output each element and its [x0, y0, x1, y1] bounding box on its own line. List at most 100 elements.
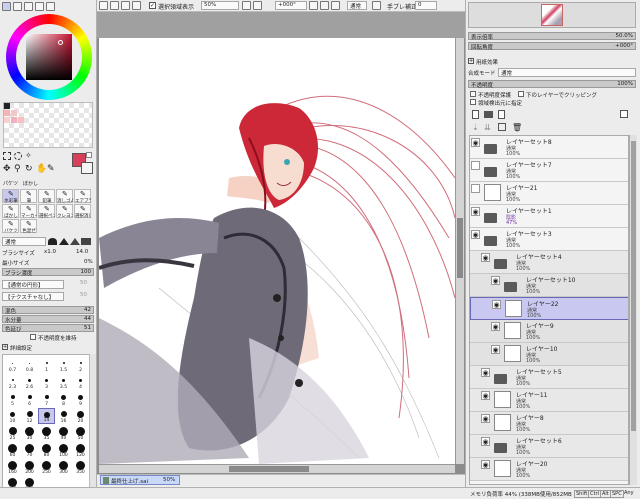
transfer-down-icon[interactable]: ⇣ [472, 123, 479, 132]
brush-size-preset[interactable]: 200 [21, 459, 38, 475]
layer-row[interactable]: レイヤー21 通常 100% [470, 182, 628, 205]
eyedropper-icon[interactable]: ✎ [47, 165, 55, 174]
brush-tool-button[interactable]: ✎ マーカー [20, 204, 37, 219]
brush-tool-button[interactable]: ✎エアブラシ [74, 189, 91, 204]
brush-size-preset[interactable]: 30 [21, 425, 38, 441]
brush-size-preset[interactable]: 70 [21, 442, 38, 458]
layer-folder-icon[interactable] [504, 282, 517, 292]
layer-folder-icon[interactable] [484, 167, 497, 177]
layer-folder-icon[interactable] [484, 236, 497, 246]
brush-size-preset[interactable]: 12 [21, 408, 38, 424]
layer-list-scrollbar[interactable] [629, 135, 637, 485]
layer-row[interactable]: ◉ レイヤーセット5 通常 100% [470, 366, 628, 389]
brush-size-preset[interactable]: 350 [72, 459, 89, 475]
undo-icon[interactable] [99, 1, 108, 10]
brush-size-preset[interactable]: 3.5 [55, 374, 72, 390]
brush-size-preset[interactable]: 16 [55, 408, 72, 424]
brush-size-preset[interactable]: 300 [55, 459, 72, 475]
navigator-preview[interactable] [468, 2, 636, 28]
layer-folder-icon[interactable] [494, 259, 507, 269]
brush-size-preset[interactable]: 2 [72, 357, 89, 373]
layer-visibility-eye-icon[interactable]: ◉ [471, 138, 480, 147]
brush-tool-button[interactable]: ✎ 選択ペン [38, 204, 55, 219]
layer-row[interactable]: ◉ レイヤーセット3 通常 100% [470, 228, 628, 251]
flip-icon[interactable] [372, 1, 381, 10]
color-picker-cursor[interactable] [58, 40, 63, 45]
brush-size-preset[interactable]: 14 [38, 408, 55, 424]
brush-size-preset[interactable]: 35 [38, 425, 55, 441]
brush-size-preset[interactable]: 4 [72, 374, 89, 390]
brush-size-preset[interactable]: 2.3 [4, 374, 21, 390]
clipping-checkbox[interactable] [518, 91, 524, 97]
swatch-pink-1[interactable] [4, 110, 10, 116]
paper-effects-expand-icon[interactable]: + [468, 58, 474, 64]
brush-size-preset[interactable]: 1.5 [55, 357, 72, 373]
layer-visibility-eye-icon[interactable]: ◉ [471, 207, 480, 216]
brush-tool-button[interactable]: ✎ ぼかし [2, 204, 19, 219]
brush-tool-button[interactable]: ✎ 鉛筆 [38, 189, 55, 204]
brush-size-preset[interactable]: 0.8 [21, 357, 38, 373]
layer-row[interactable]: ◉ レイヤーセット6 通常 100% [470, 435, 628, 458]
stabilizer-select[interactable]: 0 [415, 1, 437, 10]
zoom-select[interactable]: 50% [201, 1, 239, 10]
zoom-in-icon[interactable] [253, 1, 262, 10]
rotate-right-icon[interactable] [320, 1, 329, 10]
layer-visibility-eye-icon[interactable]: ◉ [481, 437, 490, 446]
layer-folder-icon[interactable] [494, 374, 507, 384]
min-size-value[interactable]: 0% [84, 259, 93, 265]
canvas-vertical-scrollbar[interactable] [455, 38, 464, 464]
magic-wand-icon[interactable]: ✧ [25, 152, 32, 160]
layer-row[interactable]: レイヤーセット7 通常 100% [470, 159, 628, 182]
layer-row[interactable]: ◉ レイヤー11 通常 100% [470, 389, 628, 412]
detail-expand-icon[interactable]: + [2, 344, 8, 350]
brush-tool-button[interactable]: ✎ 水彩筆 [2, 189, 19, 204]
secondary-color[interactable] [81, 162, 93, 174]
brush-size-preset[interactable]: 5 [4, 391, 21, 407]
select-rect-icon[interactable] [3, 152, 11, 160]
brush-tool-button[interactable]: ✎ クレヨン [56, 204, 73, 219]
brush-size-preset[interactable]: 80 [38, 442, 55, 458]
swatch-pink-3[interactable] [4, 117, 10, 123]
move-icon[interactable]: ✥ [3, 165, 11, 174]
scratchpad-mode-icon[interactable] [46, 2, 55, 11]
brush-tool-button[interactable]: ✎ 筆 [20, 189, 37, 204]
layer-folder-icon[interactable] [484, 144, 497, 154]
brush-size-preset[interactable]: 6 [21, 391, 38, 407]
brush-size-preset[interactable]: 3 [38, 374, 55, 390]
tool-tab-b[interactable]: ぼかし [23, 180, 41, 188]
brush-size-preset[interactable]: 25 [4, 425, 21, 441]
color-wheel-mode-icon[interactable] [2, 2, 11, 11]
saturation-value-square[interactable] [26, 34, 72, 80]
layer-row[interactable]: ◉ レイヤー20 通常 100% [470, 458, 628, 481]
tool-tab-a[interactable]: パケツ [3, 180, 21, 188]
reset-rotation-icon[interactable] [331, 1, 340, 10]
brush-size-preset[interactable]: 60 [4, 442, 21, 458]
swatch-pink-4[interactable] [11, 117, 17, 123]
layer-visibility-eye-icon[interactable]: ◉ [491, 322, 500, 331]
edge-shape-4-icon[interactable] [81, 238, 91, 245]
layer-visibility-eye-icon[interactable]: ◉ [481, 460, 490, 469]
canvas-vscroll-thumb[interactable] [457, 218, 463, 278]
brush-size-preset[interactable]: 20 [72, 408, 89, 424]
layer-folder-icon[interactable] [494, 443, 507, 453]
hsv-slider-mode-icon[interactable] [24, 2, 33, 11]
layer-list-options-icon[interactable] [620, 110, 628, 118]
brush-size-value[interactable]: 14.0 [76, 249, 88, 255]
zoom-out-icon[interactable] [242, 1, 251, 10]
document-tab[interactable]: 最終仕上げ.sai 50% [100, 475, 180, 485]
brush-size-preset[interactable]: 7 [38, 391, 55, 407]
layer-folder-icon[interactable] [484, 213, 497, 223]
rgb-slider-mode-icon[interactable] [13, 2, 22, 11]
brush-size-preset[interactable]: 40 [55, 425, 72, 441]
brush-size-preset[interactable]: 9 [72, 391, 89, 407]
brush-size-preset[interactable]: 120 [72, 442, 89, 458]
brush-texture-strength[interactable]: 50 [80, 292, 87, 298]
brush-size-preset[interactable]: 1 [38, 357, 55, 373]
new-layer-icon[interactable] [472, 110, 479, 119]
canvas-hscroll-thumb[interactable] [229, 466, 309, 472]
layer-row[interactable]: ◉ レイヤー8 通常 100% [470, 412, 628, 435]
layer-row[interactable]: ◉ レイヤーセット10 通常 100% [470, 274, 628, 297]
layer-visibility-eye-icon[interactable]: ◉ [492, 300, 501, 309]
zoom-icon[interactable]: ⚲ [14, 165, 21, 174]
layer-row[interactable]: ◉ レイヤー10 通常 100% [470, 343, 628, 366]
